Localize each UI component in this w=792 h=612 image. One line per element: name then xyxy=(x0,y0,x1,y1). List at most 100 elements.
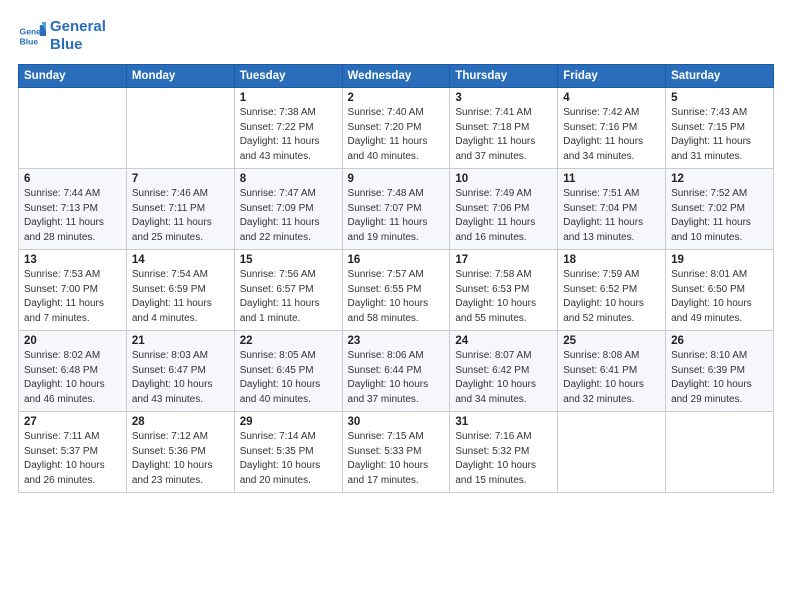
day-number: 25 xyxy=(563,335,660,347)
calendar-cell: 19Sunrise: 8:01 AM Sunset: 6:50 PM Dayli… xyxy=(666,250,774,331)
day-number: 23 xyxy=(348,335,445,347)
calendar-cell: 23 Sunrise: 8:06 AM Sunset: 6:44 PM Dayli… xyxy=(342,331,450,412)
calendar-cell: 4 Sunrise: 7:42 AM Sunset: 7:16 PM Daylig… xyxy=(558,88,666,169)
day-number: 16 xyxy=(348,254,445,266)
calendar-week-5: 27 Sunrise: 7:11 AM Sunset: 5:37 PM Dayli… xyxy=(19,412,774,493)
day-number: 2 xyxy=(348,92,445,104)
day-number: 6 xyxy=(24,173,121,185)
calendar-header-row: SundayMondayTuesdayWednesdayThursdayFrid… xyxy=(19,65,774,88)
day-info: Sunrise: 7:16 AM Sunset: 5:32 PM Dayligh… xyxy=(455,430,552,488)
day-info: Sunrise: 7:41 AM Sunset: 7:18 PM Dayligh… xyxy=(455,106,552,164)
day-number: 4 xyxy=(563,92,660,104)
calendar-cell: 27 Sunrise: 7:11 AM Sunset: 5:37 PM Dayli… xyxy=(19,412,127,493)
day-number: 21 xyxy=(132,335,229,347)
header: General Blue General Blue xyxy=(18,18,774,54)
calendar-cell: 8 Sunrise: 7:47 AM Sunset: 7:09 PM Daylig… xyxy=(234,169,342,250)
day-number: 7 xyxy=(132,173,229,185)
day-number: 20 xyxy=(24,335,121,347)
day-info: Sunrise: 7:12 AM Sunset: 5:36 PM Dayligh… xyxy=(132,430,229,488)
calendar-cell xyxy=(558,412,666,493)
calendar-cell: 14 Sunrise: 7:54 AM Sunset: 6:59 PM Dayli… xyxy=(126,250,234,331)
day-number: 9 xyxy=(348,173,445,185)
day-info: Sunrise: 8:05 AM Sunset: 6:45 PM Dayligh… xyxy=(240,349,337,407)
day-info: Sunrise: 7:49 AM Sunset: 7:06 PM Dayligh… xyxy=(455,187,552,245)
day-info: Sunrise: 7:48 AM Sunset: 7:07 PM Dayligh… xyxy=(348,187,445,245)
calendar-cell xyxy=(19,88,127,169)
day-info: Sunrise: 7:47 AM Sunset: 7:09 PM Dayligh… xyxy=(240,187,337,245)
calendar-week-4: 20 Sunrise: 8:02 AM Sunset: 6:48 PM Dayli… xyxy=(19,331,774,412)
day-info: Sunrise: 7:56 AM Sunset: 6:57 PM Dayligh… xyxy=(240,268,337,326)
day-number: 17 xyxy=(455,254,552,266)
calendar-cell: 2 Sunrise: 7:40 AM Sunset: 7:20 PM Daylig… xyxy=(342,88,450,169)
day-number: 12 xyxy=(671,173,768,185)
calendar-week-1: 1Sunrise: 7:38 AM Sunset: 7:22 PM Daylig… xyxy=(19,88,774,169)
calendar-cell: 17 Sunrise: 7:58 AM Sunset: 6:53 PM Dayli… xyxy=(450,250,558,331)
col-header-tuesday: Tuesday xyxy=(234,65,342,88)
calendar-cell: 30 Sunrise: 7:15 AM Sunset: 5:33 PM Dayli… xyxy=(342,412,450,493)
calendar-body: 1Sunrise: 7:38 AM Sunset: 7:22 PM Daylig… xyxy=(19,88,774,493)
col-header-saturday: Saturday xyxy=(666,65,774,88)
col-header-monday: Monday xyxy=(126,65,234,88)
day-number: 14 xyxy=(132,254,229,266)
day-info: Sunrise: 7:43 AM Sunset: 7:15 PM Dayligh… xyxy=(671,106,768,164)
calendar-cell xyxy=(126,88,234,169)
day-number: 1 xyxy=(240,92,337,104)
day-info: Sunrise: 8:10 AM Sunset: 6:39 PM Dayligh… xyxy=(671,349,768,407)
logo-subtext: Blue xyxy=(50,36,106,54)
day-number: 24 xyxy=(455,335,552,347)
day-info: Sunrise: 7:58 AM Sunset: 6:53 PM Dayligh… xyxy=(455,268,552,326)
day-info: Sunrise: 8:07 AM Sunset: 6:42 PM Dayligh… xyxy=(455,349,552,407)
calendar-cell: 9 Sunrise: 7:48 AM Sunset: 7:07 PM Daylig… xyxy=(342,169,450,250)
day-info: Sunrise: 7:11 AM Sunset: 5:37 PM Dayligh… xyxy=(24,430,121,488)
day-number: 5 xyxy=(671,92,768,104)
calendar-cell: 31Sunrise: 7:16 AM Sunset: 5:32 PM Dayli… xyxy=(450,412,558,493)
calendar-cell: 13 Sunrise: 7:53 AM Sunset: 7:00 PM Dayli… xyxy=(19,250,127,331)
day-number: 26 xyxy=(671,335,768,347)
logo-text: General xyxy=(50,18,106,36)
day-number: 8 xyxy=(240,173,337,185)
calendar-cell: 5 Sunrise: 7:43 AM Sunset: 7:15 PM Daylig… xyxy=(666,88,774,169)
day-info: Sunrise: 7:51 AM Sunset: 7:04 PM Dayligh… xyxy=(563,187,660,245)
col-header-sunday: Sunday xyxy=(19,65,127,88)
calendar-cell: 12Sunrise: 7:52 AM Sunset: 7:02 PM Dayli… xyxy=(666,169,774,250)
calendar-cell: 20 Sunrise: 8:02 AM Sunset: 6:48 PM Dayli… xyxy=(19,331,127,412)
calendar-cell: 18 Sunrise: 7:59 AM Sunset: 6:52 PM Dayli… xyxy=(558,250,666,331)
calendar-cell: 29Sunrise: 7:14 AM Sunset: 5:35 PM Dayli… xyxy=(234,412,342,493)
calendar-cell: 1Sunrise: 7:38 AM Sunset: 7:22 PM Daylig… xyxy=(234,88,342,169)
day-info: Sunrise: 7:40 AM Sunset: 7:20 PM Dayligh… xyxy=(348,106,445,164)
day-info: Sunrise: 7:42 AM Sunset: 7:16 PM Dayligh… xyxy=(563,106,660,164)
day-info: Sunrise: 8:06 AM Sunset: 6:44 PM Dayligh… xyxy=(348,349,445,407)
day-info: Sunrise: 7:57 AM Sunset: 6:55 PM Dayligh… xyxy=(348,268,445,326)
day-info: Sunrise: 7:59 AM Sunset: 6:52 PM Dayligh… xyxy=(563,268,660,326)
day-number: 18 xyxy=(563,254,660,266)
day-number: 11 xyxy=(563,173,660,185)
calendar-week-3: 13 Sunrise: 7:53 AM Sunset: 7:00 PM Dayli… xyxy=(19,250,774,331)
day-number: 30 xyxy=(348,416,445,428)
day-info: Sunrise: 8:08 AM Sunset: 6:41 PM Dayligh… xyxy=(563,349,660,407)
day-info: Sunrise: 7:53 AM Sunset: 7:00 PM Dayligh… xyxy=(24,268,121,326)
calendar-week-2: 6Sunrise: 7:44 AM Sunset: 7:13 PM Daylig… xyxy=(19,169,774,250)
logo-icon: General Blue xyxy=(18,22,46,50)
calendar-cell: 25 Sunrise: 8:08 AM Sunset: 6:41 PM Dayli… xyxy=(558,331,666,412)
calendar-cell: 24 Sunrise: 8:07 AM Sunset: 6:42 PM Dayli… xyxy=(450,331,558,412)
col-header-wednesday: Wednesday xyxy=(342,65,450,88)
calendar-cell: 6Sunrise: 7:44 AM Sunset: 7:13 PM Daylig… xyxy=(19,169,127,250)
day-number: 13 xyxy=(24,254,121,266)
day-info: Sunrise: 7:15 AM Sunset: 5:33 PM Dayligh… xyxy=(348,430,445,488)
day-number: 27 xyxy=(24,416,121,428)
calendar-cell: 15Sunrise: 7:56 AM Sunset: 6:57 PM Dayli… xyxy=(234,250,342,331)
calendar-cell: 26 Sunrise: 8:10 AM Sunset: 6:39 PM Dayli… xyxy=(666,331,774,412)
calendar-cell: 16 Sunrise: 7:57 AM Sunset: 6:55 PM Dayli… xyxy=(342,250,450,331)
day-number: 22 xyxy=(240,335,337,347)
day-info: Sunrise: 7:54 AM Sunset: 6:59 PM Dayligh… xyxy=(132,268,229,326)
day-number: 29 xyxy=(240,416,337,428)
day-info: Sunrise: 8:01 AM Sunset: 6:50 PM Dayligh… xyxy=(671,268,768,326)
calendar-cell: 21 Sunrise: 8:03 AM Sunset: 6:47 PM Dayli… xyxy=(126,331,234,412)
svg-text:Blue: Blue xyxy=(20,37,39,47)
day-info: Sunrise: 8:02 AM Sunset: 6:48 PM Dayligh… xyxy=(24,349,121,407)
calendar-cell: 3Sunrise: 7:41 AM Sunset: 7:18 PM Daylig… xyxy=(450,88,558,169)
calendar-cell: 22 Sunrise: 8:05 AM Sunset: 6:45 PM Dayli… xyxy=(234,331,342,412)
day-info: Sunrise: 8:03 AM Sunset: 6:47 PM Dayligh… xyxy=(132,349,229,407)
calendar-cell: 10Sunrise: 7:49 AM Sunset: 7:06 PM Dayli… xyxy=(450,169,558,250)
col-header-friday: Friday xyxy=(558,65,666,88)
